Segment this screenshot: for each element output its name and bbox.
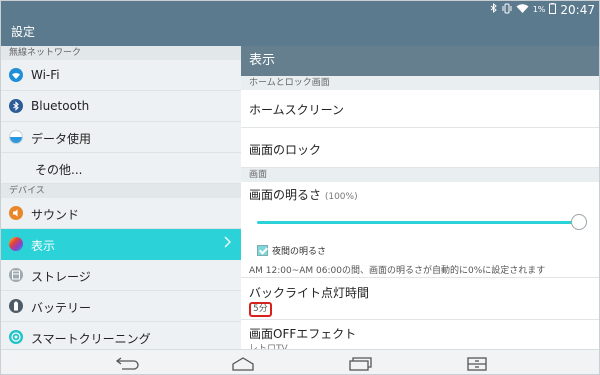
- data-usage-icon: [9, 130, 23, 144]
- night-brightness-label: 夜間の明るさ: [272, 247, 327, 257]
- recent-apps-button[interactable]: [346, 355, 374, 373]
- home-screen-item[interactable]: ホームスクリーン: [241, 90, 599, 128]
- clock: 20:47: [560, 2, 595, 17]
- sidebar-item-label: その他...: [35, 163, 83, 177]
- screen-off-effect-value: レトロTV: [249, 344, 288, 349]
- home-button[interactable]: [229, 355, 257, 373]
- brightness-slider-track[interactable]: [257, 221, 581, 224]
- battery-status-icon: [549, 2, 557, 17]
- sidebar-item-label: 表示: [31, 239, 56, 253]
- section-header-home-lock: ホームとロック画面: [241, 76, 599, 90]
- screen-off-effect-item[interactable]: 画面OFFエフェクト レトロTV: [241, 320, 599, 349]
- storage-icon: [9, 268, 23, 282]
- sidebar-item-wifi[interactable]: Wi-Fi: [1, 60, 241, 91]
- wifi-icon: [9, 68, 23, 82]
- device-screen: 1% 20:47 設定 無線ネットワーク Wi-Fi Bluetooth データ…: [0, 0, 600, 375]
- backlight-value-wrap: 5分: [249, 300, 272, 317]
- status-bar: 1% 20:47: [1, 1, 599, 18]
- wifi-status-icon: [516, 3, 529, 17]
- section-header-wireless: 無線ネットワーク: [1, 46, 241, 60]
- sidebar-item-sound[interactable]: サウンド: [1, 198, 241, 229]
- menu-icon: [467, 357, 487, 371]
- app-bar: 設定: [1, 18, 599, 46]
- sidebar-item-display[interactable]: 表示: [1, 229, 241, 260]
- panel-title: 表示: [241, 46, 599, 76]
- sidebar-item-storage[interactable]: ストレージ: [1, 260, 241, 291]
- brightness-item: 画面の明るさ (100%) 夜間の明るさ AM 12:00~AM 06:00の間…: [241, 182, 599, 278]
- settings-sidebar: 無線ネットワーク Wi-Fi Bluetooth データ使用 その他... デバ…: [1, 46, 241, 349]
- sidebar-item-label: Bluetooth: [31, 99, 90, 113]
- brightness-label-row: 画面の明るさ (100%): [249, 186, 358, 203]
- sidebar-item-label: バッテリー: [31, 301, 92, 315]
- vibrate-icon: [502, 3, 512, 17]
- brightness-label: 画面の明るさ: [249, 188, 322, 202]
- chevron-right-icon: [224, 236, 231, 251]
- menu-button[interactable]: [463, 355, 491, 373]
- status-icons: 1% 20:47: [490, 2, 595, 17]
- home-icon: [232, 357, 254, 371]
- battery-percent: 1%: [532, 5, 546, 14]
- back-button[interactable]: [112, 355, 140, 373]
- sidebar-item-label: データ使用: [31, 132, 92, 146]
- screen-lock-item[interactable]: 画面のロック: [241, 128, 599, 168]
- sound-icon: [9, 206, 23, 220]
- brightness-slider-thumb[interactable]: [571, 214, 587, 230]
- section-header-screen: 画面: [241, 168, 599, 182]
- home-screen-label: ホームスクリーン: [249, 103, 345, 117]
- back-icon: [115, 357, 139, 370]
- recent-apps-icon: [349, 357, 372, 371]
- sidebar-item-label: ストレージ: [31, 270, 91, 284]
- sidebar-item-smart-cleaning[interactable]: スマートクリーニング: [1, 322, 241, 349]
- display-icon: [9, 237, 23, 251]
- brightness-value: (100%): [324, 192, 358, 202]
- smart-cleaning-icon: [9, 330, 23, 344]
- bluetooth-icon: [9, 99, 23, 113]
- bluetooth-status-icon: [490, 2, 498, 17]
- sidebar-item-label: Wi-Fi: [31, 68, 60, 82]
- sidebar-item-label: サウンド: [31, 208, 80, 222]
- section-header-device: デバイス: [1, 184, 241, 198]
- screen-lock-label: 画面のロック: [249, 143, 322, 157]
- sidebar-item-more[interactable]: その他...: [1, 153, 241, 184]
- sidebar-item-battery[interactable]: バッテリー: [1, 291, 241, 322]
- night-brightness-checkbox[interactable]: [257, 245, 268, 256]
- night-brightness-note: AM 12:00~AM 06:00の間、画面の明るさが自動的に0%に設定されます: [249, 266, 546, 276]
- sidebar-item-label: スマートクリーニング: [31, 332, 151, 346]
- display-settings-panel: 表示 ホームとロック画面 ホームスクリーン 画面のロック 画面 画面の明るさ (…: [241, 46, 599, 349]
- navigation-bar: [1, 349, 599, 374]
- sidebar-item-bluetooth[interactable]: Bluetooth: [1, 91, 241, 122]
- backlight-item[interactable]: バックライト点灯時間 5分: [241, 278, 599, 320]
- app-title: 設定: [11, 25, 36, 39]
- screen-off-effect-label: 画面OFFエフェクト: [249, 327, 357, 341]
- sidebar-item-data-usage[interactable]: データ使用: [1, 122, 241, 153]
- battery-icon: [9, 299, 23, 313]
- backlight-label: バックライト点灯時間: [249, 286, 370, 300]
- backlight-value-highlight: 5分: [249, 302, 272, 317]
